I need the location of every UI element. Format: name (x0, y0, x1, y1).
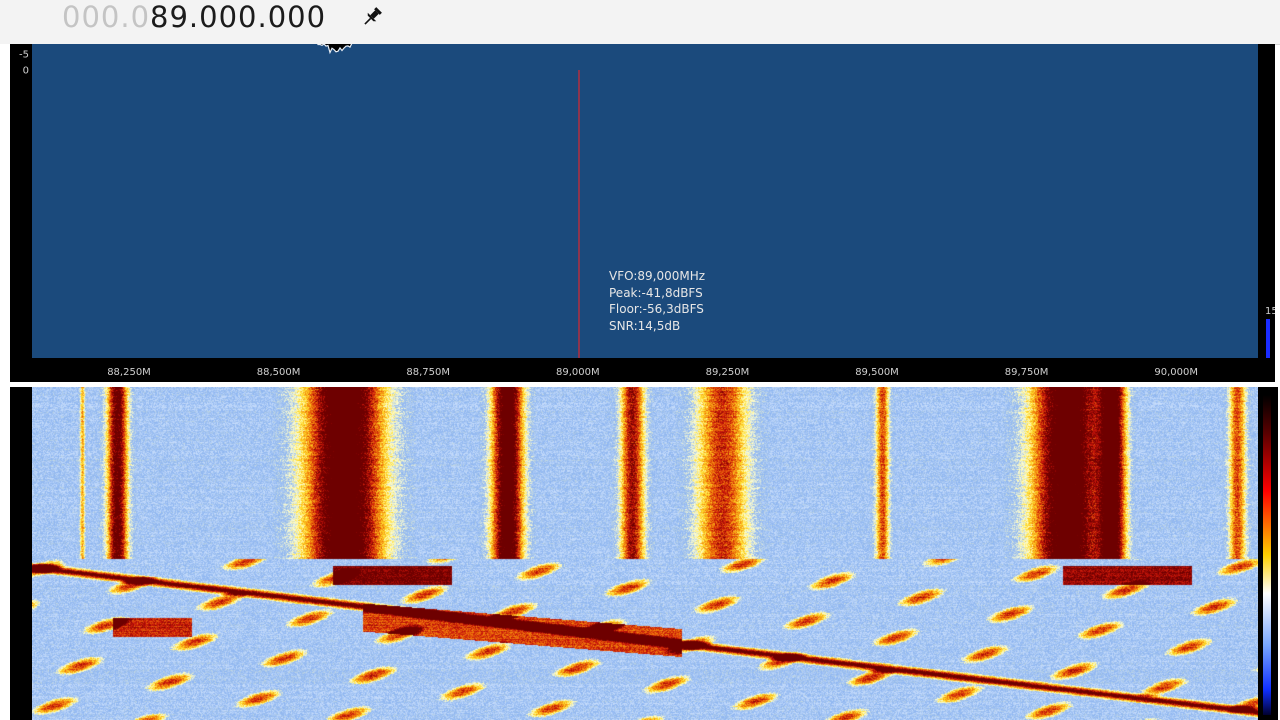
spectrum-panel[interactable]: 0-5-10-15-20-25-30-35-40-45-50-55-60-65-… (10, 44, 1275, 382)
signal-readout: VFO:89,000MHz Peak:-41,8dBFS Floor:-56,3… (609, 268, 705, 334)
x-tick-label: 89,500M (855, 367, 899, 378)
y-tick-label: -5 (19, 50, 29, 61)
y-tick-label: 0 (23, 66, 29, 77)
x-axis-labels: 88,250M 88,500M 88,750M 89,000M 89,250M 89,50… (107, 367, 1198, 378)
x-tick-label: 89,000M (556, 367, 600, 378)
right-level-bar (1266, 319, 1270, 358)
frequency-leading-digits[interactable]: 000.0 (62, 0, 150, 34)
x-tick-label: 88,500M (257, 367, 301, 378)
x-tick-label: 88,250M (107, 367, 151, 378)
right-edge-label: 15 (1265, 306, 1275, 317)
x-tick-label: 89,250M (706, 367, 750, 378)
x-tick-label: 88,750M (406, 367, 450, 378)
frequency-display[interactable]: 000.089.000.000 (62, 0, 326, 34)
y-tick-label: -10 (13, 44, 29, 45)
x-tick-label: 90,000M (1154, 367, 1198, 378)
x-tick-label: 89,750M (1005, 367, 1049, 378)
waterfall-panel[interactable] (10, 387, 1278, 720)
toolbar: 000.089.000.000 (0, 0, 1280, 45)
waterfall-display[interactable] (32, 387, 1258, 720)
pin-icon[interactable] (360, 5, 384, 29)
vfo-readout: VFO:89,000MHz (609, 269, 706, 283)
peak-readout: Peak:-41,8dBFS (609, 285, 703, 300)
snr-readout: SNR:14,5dB (609, 318, 681, 333)
frequency-digits[interactable]: 89.000.000 (150, 0, 326, 34)
waterfall-color-scale (1263, 395, 1271, 715)
y-axis-labels: 0-5-10-15-20-25-30-35-40-45-50-55-60-65-… (13, 44, 29, 77)
floor-readout: Floor:-56,3dBFS (609, 302, 704, 316)
